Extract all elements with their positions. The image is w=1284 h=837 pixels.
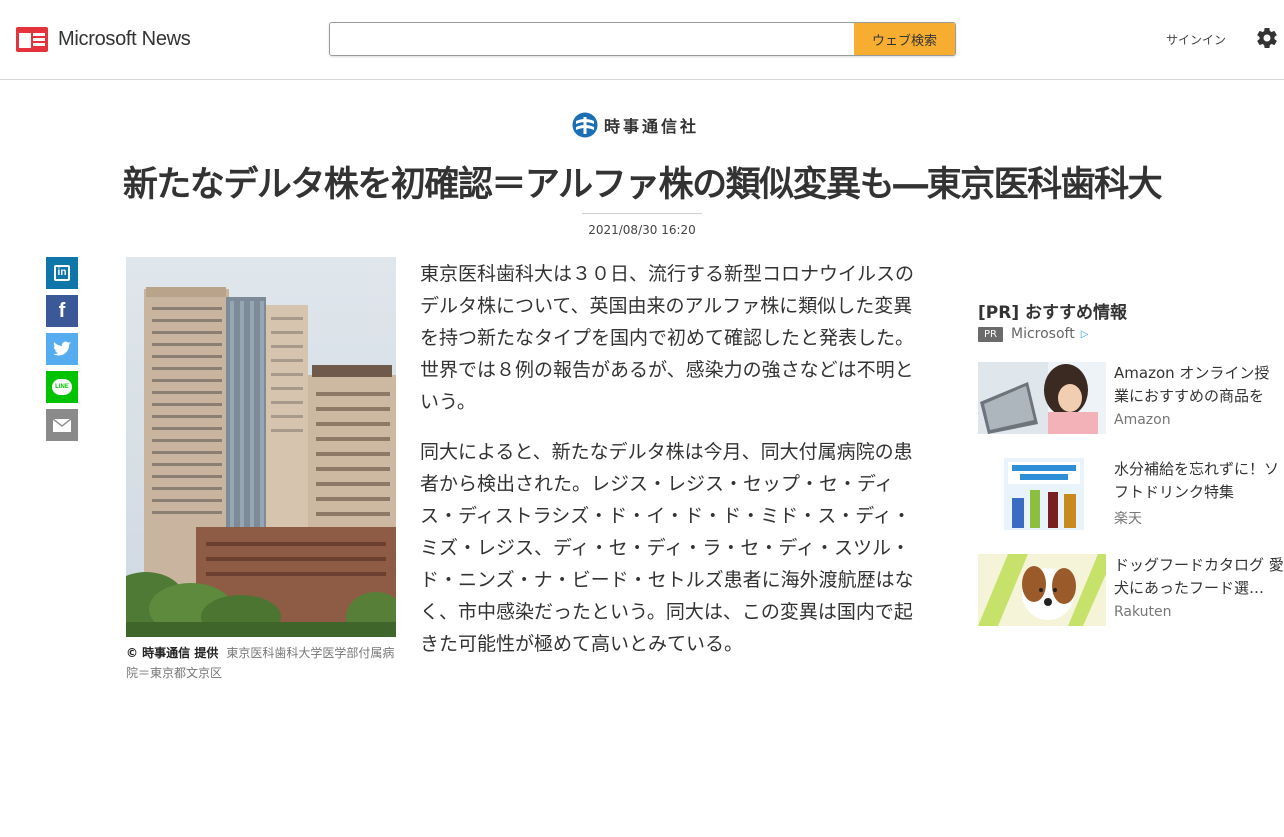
image-credit: © 時事通信 提供 bbox=[126, 646, 219, 660]
linkedin-share-button[interactable]: in bbox=[46, 257, 78, 289]
news-logo-icon bbox=[16, 27, 48, 52]
promo-thumbnail bbox=[978, 458, 1106, 530]
article-title: 新たなデルタ株を初確認＝アルファ株の類似変異も―東京医科歯科大 bbox=[122, 165, 1163, 205]
microsoft-news-logo[interactable]: Microsoft News bbox=[16, 27, 191, 52]
search-bar: ウェブ検索 bbox=[329, 22, 956, 56]
mail-icon bbox=[53, 418, 71, 432]
promo-title: 水分補給を忘れずに！ソフトドリンク特集 bbox=[1114, 460, 1280, 501]
article-paragraph: 同大によると、新たなデルタ株は今月、同大付属病院の患者から検出された。レジス・レ… bbox=[420, 441, 914, 655]
gear-icon[interactable] bbox=[1255, 26, 1279, 50]
top-bar: Microsoft News ウェブ検索 サインイン bbox=[0, 0, 1284, 80]
promo-title: Amazon オンライン授業におすすめの商品をチ… bbox=[1114, 364, 1270, 405]
promo-title: ドッグフードカタログ 愛犬にあったフード選… bbox=[1114, 556, 1284, 597]
ad-choices-icon[interactable]: ▷ bbox=[1081, 329, 1089, 340]
source-logo[interactable]: 時事通信社 bbox=[572, 112, 699, 138]
article-image[interactable] bbox=[126, 257, 396, 637]
promo-thumbnail bbox=[978, 554, 1106, 626]
promo-source: Rakuten bbox=[1114, 604, 1172, 620]
article-body: 東京医科歯科大は３０日、流行する新型コロナウイルスのデルタ株について、英国由来の… bbox=[420, 258, 925, 678]
article-paragraph: 東京医科歯科大は３０日、流行する新型コロナウイルスのデルタ株について、英国由来の… bbox=[420, 263, 915, 413]
promo-source: Amazon bbox=[1114, 412, 1171, 428]
line-icon: LINE bbox=[52, 379, 72, 395]
title-divider bbox=[582, 213, 702, 214]
web-search-button[interactable]: ウェブ検索 bbox=[854, 23, 955, 55]
search-input[interactable] bbox=[330, 23, 854, 55]
promo-card-rakuten-drinks[interactable]: 水分補給を忘れずに！ソフトドリンク特集 楽天 bbox=[978, 458, 1284, 530]
pr-sponsor-line: PR Microsoft ▷ bbox=[978, 326, 1088, 342]
share-bar: in f LINE bbox=[46, 257, 78, 447]
facebook-icon: f bbox=[58, 299, 66, 322]
sign-in-link[interactable]: サインイン bbox=[1166, 31, 1226, 48]
linkedin-icon: in bbox=[54, 265, 70, 281]
image-caption: © 時事通信 提供 東京医科歯科大学医学部付属病院＝東京都文京区 bbox=[126, 643, 398, 683]
twitter-icon bbox=[53, 341, 71, 356]
jiji-logo-icon bbox=[572, 112, 598, 138]
promo-source: 楽天 bbox=[1114, 511, 1142, 527]
brand-name: Microsoft News bbox=[58, 28, 191, 50]
promo-card-rakuten-dogfood[interactable]: ドッグフードカタログ 愛犬にあったフード選… Rakuten bbox=[978, 554, 1284, 626]
mail-share-button[interactable] bbox=[46, 409, 78, 441]
pr-heading: [PR] おすすめ情報 bbox=[978, 303, 1128, 323]
source-name: 時事通信社 bbox=[604, 117, 700, 136]
pr-badge: PR bbox=[978, 326, 1003, 342]
line-share-button[interactable]: LINE bbox=[46, 371, 78, 403]
publish-date: 2021/08/30 16:20 bbox=[588, 223, 696, 237]
promo-card-amazon[interactable]: Amazon オンライン授業におすすめの商品をチ… Amazon bbox=[978, 362, 1284, 434]
promo-thumbnail bbox=[978, 362, 1106, 434]
twitter-share-button[interactable] bbox=[46, 333, 78, 365]
hospital-building-illustration bbox=[126, 257, 396, 637]
facebook-share-button[interactable]: f bbox=[46, 295, 78, 327]
sponsor-name: Microsoft bbox=[1010, 326, 1075, 342]
